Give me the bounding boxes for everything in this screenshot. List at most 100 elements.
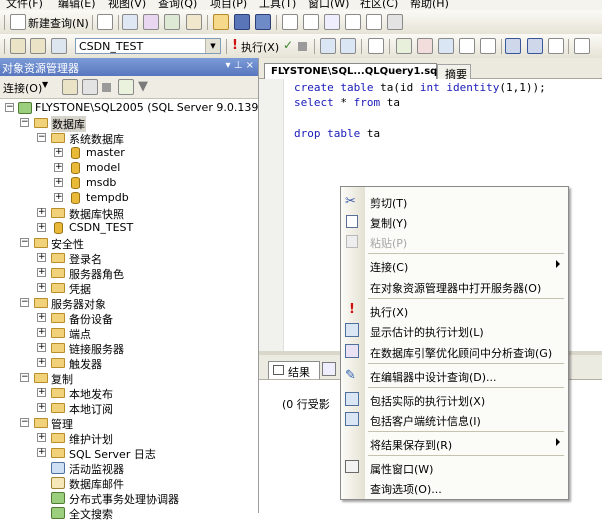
connect-dropdown-button[interactable]: 连接(O) bbox=[3, 80, 42, 96]
expand-icon[interactable]: + bbox=[37, 253, 46, 262]
menu-project[interactable]: 项目(P) bbox=[210, 0, 247, 10]
menu-file[interactable]: 文件(F) bbox=[6, 0, 43, 10]
tab-summary[interactable]: 摘要 bbox=[437, 64, 471, 81]
chevron-down-icon[interactable]: ▼ bbox=[205, 39, 220, 53]
menu-item-save-results[interactable]: 将结果保存到(R) bbox=[341, 433, 568, 453]
tuning-advisor-icon[interactable] bbox=[340, 38, 356, 54]
dmx-query-icon[interactable] bbox=[164, 14, 180, 30]
expand-icon[interactable]: + bbox=[54, 148, 63, 157]
collapse-icon[interactable]: − bbox=[20, 373, 29, 382]
tab-results[interactable]: 结果 bbox=[268, 361, 320, 379]
disconnect-icon[interactable] bbox=[30, 38, 46, 54]
db-engine-query-icon[interactable] bbox=[97, 14, 113, 30]
expand-icon[interactable]: + bbox=[37, 223, 46, 232]
results-to-file-icon[interactable] bbox=[505, 38, 521, 54]
template-explorer-icon[interactable] bbox=[324, 14, 340, 30]
menu-item-actual-plan[interactable]: 包括实际的执行计划(X) bbox=[341, 389, 568, 409]
menu-edit[interactable]: 编辑(E) bbox=[58, 0, 96, 10]
stop-icon[interactable] bbox=[102, 83, 111, 92]
collapse-icon[interactable]: − bbox=[5, 103, 14, 112]
expand-icon[interactable]: + bbox=[37, 328, 46, 337]
object-explorer-icon[interactable] bbox=[303, 14, 319, 30]
save-all-icon[interactable] bbox=[255, 14, 271, 30]
decrease-indent-icon[interactable] bbox=[574, 38, 590, 54]
xmla-query-icon[interactable] bbox=[186, 14, 202, 30]
expand-icon[interactable]: + bbox=[37, 208, 46, 217]
menu-item-properties[interactable]: 属性窗口(W) bbox=[341, 457, 568, 477]
expand-icon[interactable]: + bbox=[37, 268, 46, 277]
menu-bar: 文件(F) 编辑(E) 视图(V) 查询(Q) 项目(P) 工具(T) 窗口(W… bbox=[0, 0, 602, 10]
save-icon[interactable] bbox=[234, 14, 250, 30]
menu-tools[interactable]: 工具(T) bbox=[259, 0, 296, 10]
refresh-icon[interactable] bbox=[118, 79, 134, 95]
expand-icon[interactable]: + bbox=[37, 343, 46, 352]
collapse-icon[interactable]: − bbox=[20, 118, 29, 127]
collapse-icon[interactable]: − bbox=[37, 133, 46, 142]
panel-pin-close-icon[interactable]: ▾ ⊥ × bbox=[226, 60, 254, 71]
folder-icon bbox=[34, 373, 48, 383]
menu-item-execute[interactable]: ! 执行(X) bbox=[341, 300, 568, 320]
connect-object-explorer-icon[interactable] bbox=[62, 79, 78, 95]
analysis-query-icon[interactable] bbox=[122, 14, 138, 30]
parse-check-icon[interactable]: ✓ bbox=[283, 38, 293, 52]
mdx-query-icon[interactable] bbox=[143, 14, 159, 30]
execute-button[interactable]: 执行(X) bbox=[241, 39, 279, 55]
menu-item-cut[interactable]: ✂ 剪切(T) bbox=[341, 191, 568, 211]
expand-icon[interactable]: + bbox=[37, 388, 46, 397]
new-query-icon[interactable] bbox=[10, 14, 26, 30]
expand-icon[interactable]: + bbox=[37, 313, 46, 322]
open-file-icon[interactable] bbox=[213, 14, 229, 30]
expand-icon[interactable]: + bbox=[37, 283, 46, 292]
menu-help[interactable]: 帮助(H) bbox=[410, 0, 449, 10]
results-to-grid-icon[interactable] bbox=[480, 38, 496, 54]
collapse-icon[interactable]: − bbox=[20, 298, 29, 307]
menu-item-open-server[interactable]: 在对象资源管理器中打开服务器(O) bbox=[341, 276, 568, 296]
client-stats-icon[interactable] bbox=[438, 38, 454, 54]
estimated-plan-icon[interactable] bbox=[320, 38, 336, 54]
toolbox-icon[interactable] bbox=[387, 14, 403, 30]
tab-query-editor[interactable]: FLYSTONE\SQL...QLQuery1.sql* bbox=[264, 63, 446, 79]
expand-icon[interactable]: + bbox=[37, 433, 46, 442]
menu-item-design-query[interactable]: ✎ 在编辑器中设计查询(D)... bbox=[341, 365, 568, 385]
design-query-icon[interactable] bbox=[368, 38, 384, 54]
cancel-stop-icon[interactable] bbox=[298, 42, 307, 51]
properties-icon[interactable] bbox=[366, 14, 382, 30]
menu-item-copy[interactable]: 复制(Y) bbox=[341, 211, 568, 231]
expand-icon[interactable]: + bbox=[54, 178, 63, 187]
solution-explorer-icon[interactable] bbox=[345, 14, 361, 30]
menu-item-query-options[interactable]: 查询选项(O)... bbox=[341, 477, 568, 497]
execute-icon[interactable]: ! bbox=[232, 38, 238, 53]
menu-view[interactable]: 视图(V) bbox=[108, 0, 146, 10]
expand-icon[interactable]: + bbox=[37, 403, 46, 412]
menu-item-client-stats[interactable]: 包括客户端统计信息(I) bbox=[341, 409, 568, 429]
change-connection-icon[interactable] bbox=[51, 38, 67, 54]
collapse-icon[interactable]: − bbox=[20, 418, 29, 427]
collapse-icon[interactable]: − bbox=[20, 238, 29, 247]
menu-item-paste[interactable]: 粘贴(P) bbox=[341, 231, 568, 251]
menu-item-estimated-plan[interactable]: 显示估计的执行计划(L) bbox=[341, 320, 568, 340]
registered-servers-icon[interactable] bbox=[282, 14, 298, 30]
menu-window[interactable]: 窗口(W) bbox=[308, 0, 349, 10]
expand-icon[interactable]: + bbox=[37, 448, 46, 457]
menu-item-tuning-advisor[interactable]: 在数据库引擎优化顾问中分析查询(G) bbox=[341, 341, 568, 361]
uncomment-icon[interactable] bbox=[548, 38, 564, 54]
menu-item-label: 复制(Y) bbox=[370, 217, 408, 230]
messages-icon[interactable] bbox=[322, 362, 336, 376]
connect-icon[interactable] bbox=[10, 38, 26, 54]
actual-plan-toggle-icon[interactable] bbox=[417, 38, 433, 54]
database-select[interactable]: CSDN_TEST ▼ bbox=[75, 38, 221, 54]
specify-template-values-icon[interactable] bbox=[396, 38, 412, 54]
expand-icon[interactable]: + bbox=[54, 193, 63, 202]
new-query-button[interactable]: 新建查询(N) bbox=[28, 15, 89, 31]
filter-icon[interactable]: ▼ bbox=[138, 79, 148, 94]
menu-community[interactable]: 社区(C) bbox=[360, 0, 398, 10]
comment-out-icon[interactable] bbox=[527, 38, 543, 54]
chevron-down-icon[interactable]: ▼ bbox=[42, 80, 48, 89]
disconnect-object-explorer-icon[interactable] bbox=[82, 79, 98, 95]
expand-icon[interactable]: + bbox=[54, 163, 63, 172]
menu-item-connection[interactable]: 连接(C) bbox=[341, 255, 568, 275]
menu-query[interactable]: 查询(Q) bbox=[158, 0, 197, 10]
tree-node-server[interactable]: − FLYSTONE\SQL2005 (SQL Server 9.0.1399 … bbox=[0, 101, 289, 115]
results-to-text-icon[interactable] bbox=[459, 38, 475, 54]
expand-icon[interactable]: + bbox=[37, 358, 46, 367]
